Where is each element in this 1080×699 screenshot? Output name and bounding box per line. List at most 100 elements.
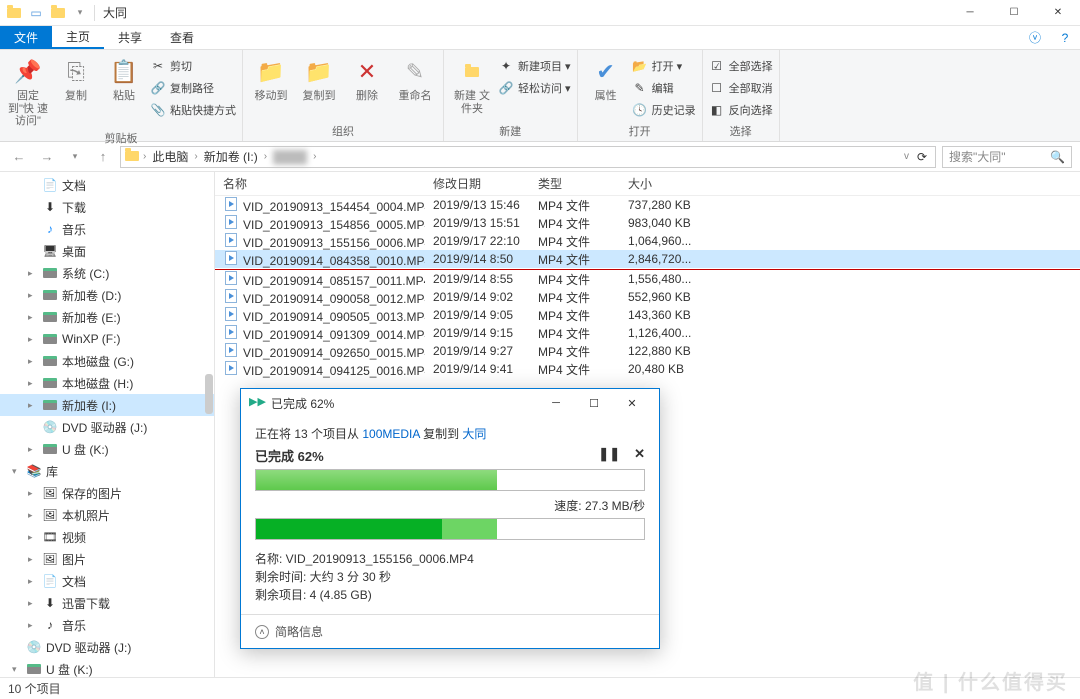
dest-link[interactable]: 大同: [462, 427, 486, 441]
navigation-tree[interactable]: 📄文档⬇下载♪音乐🖥桌面▸系统 (C:)▸新加卷 (D:)▸新加卷 (E:)▸W…: [0, 172, 215, 677]
tree-item[interactable]: ▾U 盘 (K:): [0, 658, 214, 677]
tree-item[interactable]: ▸WinXP (F:): [0, 328, 214, 350]
tree-item[interactable]: ▸🎞视频: [0, 526, 214, 548]
file-row[interactable]: VID_20190914_091309_0014.MP42019/9/14 9:…: [215, 324, 1080, 342]
tree-item[interactable]: ▸🖼保存的图片: [0, 482, 214, 504]
chevron-up-icon[interactable]: ˄: [255, 625, 269, 639]
file-row[interactable]: VID_20190914_090505_0013.MP42019/9/14 9:…: [215, 306, 1080, 324]
file-row[interactable]: VID_20190914_090058_0012.MP42019/9/14 9:…: [215, 288, 1080, 306]
dialog-minimize-button[interactable]: ─: [537, 389, 575, 417]
tab-file[interactable]: 文件: [0, 26, 52, 49]
selectall-button[interactable]: ☑全部选择: [709, 56, 773, 76]
tree-item[interactable]: ⬇下载: [0, 196, 214, 218]
moveto-button[interactable]: 📁移动到: [249, 52, 293, 103]
column-type[interactable]: 类型: [530, 175, 620, 192]
properties-button[interactable]: ✔属性: [584, 52, 628, 103]
brief-info-toggle[interactable]: 简略信息: [275, 623, 323, 640]
recent-dropdown[interactable]: ▾: [64, 146, 86, 168]
breadcrumb-pc[interactable]: 此电脑: [150, 148, 190, 165]
column-date[interactable]: 修改日期: [425, 175, 530, 192]
tree-item[interactable]: ▸📄文档: [0, 570, 214, 592]
qat-dropdown-icon[interactable]: ▾: [72, 5, 88, 21]
file-row[interactable]: VID_20190913_154454_0004.MP42019/9/13 15…: [215, 196, 1080, 214]
tree-item[interactable]: ▸新加卷 (E:): [0, 306, 214, 328]
source-link[interactable]: 100MEDIA: [362, 427, 419, 441]
ribbon-tabs: 文件 主页 共享 查看 ⓥ ?: [0, 26, 1080, 50]
help-icon[interactable]: ?: [1050, 26, 1080, 49]
tree-item[interactable]: ▸🖼本机照片: [0, 504, 214, 526]
copy-details: 名称: VID_20190913_155156_0006.MP4 剩余时间: 大…: [255, 550, 645, 604]
tree-item[interactable]: 🖥桌面: [0, 240, 214, 262]
select-group-label: 选择: [709, 121, 773, 141]
dialog-title: 已完成 62%: [271, 395, 334, 412]
dialog-close-button[interactable]: ✕: [613, 389, 651, 417]
minimize-button[interactable]: ─: [948, 0, 992, 26]
paste-button[interactable]: 📋粘贴: [102, 52, 146, 103]
tree-item[interactable]: 📄文档: [0, 174, 214, 196]
tree-item[interactable]: ♪音乐: [0, 218, 214, 240]
tree-item[interactable]: ▸⬇迅雷下载: [0, 592, 214, 614]
file-row[interactable]: VID_20190914_085157_0011.MP42019/9/14 8:…: [215, 270, 1080, 288]
easyaccess-button[interactable]: 🔗轻松访问 ▾: [498, 78, 571, 98]
tree-item[interactable]: ▸本地磁盘 (G:): [0, 350, 214, 372]
tree-icon: ♪: [42, 617, 58, 633]
rename-button[interactable]: ✎重命名: [393, 52, 437, 103]
pause-button[interactable]: ❚❚: [598, 446, 620, 462]
delete-button[interactable]: ✕删除: [345, 52, 389, 103]
file-row[interactable]: VID_20190914_092650_0015.MP42019/9/14 9:…: [215, 342, 1080, 360]
address-dropdown-icon[interactable]: v: [902, 151, 911, 162]
tree-item[interactable]: 💿DVD 驱动器 (J:): [0, 416, 214, 438]
close-button[interactable]: ✕: [1036, 0, 1080, 26]
copypath-button[interactable]: 🔗复制路径: [150, 78, 236, 98]
tree-icon: 🖼: [42, 485, 58, 501]
address-bar[interactable]: › 此电脑 › 新加卷 (I:) › ████ › v ⟳: [120, 146, 936, 168]
pasteshortcut-button[interactable]: 📎粘贴快捷方式: [150, 100, 236, 120]
tab-home[interactable]: 主页: [52, 26, 104, 49]
search-input[interactable]: 搜索"大同" 🔍: [942, 146, 1072, 168]
dialog-maximize-button[interactable]: ☐: [575, 389, 613, 417]
tab-view[interactable]: 查看: [156, 26, 208, 49]
newitem-button[interactable]: ✦新建项目 ▾: [498, 56, 571, 76]
tree-item[interactable]: ▸♪音乐: [0, 614, 214, 636]
newfolder-button[interactable]: 新建 文件夹: [450, 52, 494, 115]
cut-button[interactable]: ✂剪切: [150, 56, 236, 76]
tree-item[interactable]: ▸新加卷 (I:): [0, 394, 214, 416]
up-button[interactable]: ↑: [92, 146, 114, 168]
column-name[interactable]: 名称: [215, 175, 425, 192]
file-row[interactable]: VID_20190913_155156_0006.MP42019/9/17 22…: [215, 232, 1080, 250]
tree-item[interactable]: 💿DVD 驱动器 (J:): [0, 636, 214, 658]
selectnone-button[interactable]: ☐全部取消: [709, 78, 773, 98]
video-file-icon: [223, 360, 239, 376]
qat-newfolder-icon[interactable]: [50, 5, 66, 21]
maximize-button[interactable]: ☐: [992, 0, 1036, 26]
tree-item[interactable]: ▸系统 (C:): [0, 262, 214, 284]
tree-item[interactable]: ▾📚库: [0, 460, 214, 482]
forward-button[interactable]: →: [36, 146, 58, 168]
tree-icon: ⬇: [42, 199, 58, 215]
tree-item[interactable]: ▸U 盘 (K:): [0, 438, 214, 460]
history-button[interactable]: 🕓历史记录: [632, 100, 696, 120]
file-row[interactable]: VID_20190914_094125_0016.MP42019/9/14 9:…: [215, 360, 1080, 378]
tree-item[interactable]: ▸本地磁盘 (H:): [0, 372, 214, 394]
back-button[interactable]: ←: [8, 146, 30, 168]
open-button[interactable]: 📂打开 ▾: [632, 56, 696, 76]
tree-item[interactable]: ▸新加卷 (D:): [0, 284, 214, 306]
tree-icon: 📄: [42, 177, 58, 193]
edit-button[interactable]: ✎编辑: [632, 78, 696, 98]
tree-item[interactable]: ▸🖼图片: [0, 548, 214, 570]
breadcrumb-volume[interactable]: 新加卷 (I:): [202, 148, 260, 165]
video-file-icon: [223, 196, 239, 212]
tab-share[interactable]: 共享: [104, 26, 156, 49]
ribbon-collapse-icon[interactable]: ⓥ: [1020, 26, 1050, 49]
refresh-icon[interactable]: ⟳: [913, 150, 931, 164]
progress-bar: [255, 469, 645, 491]
file-row[interactable]: VID_20190913_154856_0005.MP42019/9/13 15…: [215, 214, 1080, 232]
copy-button[interactable]: ⎘复制: [54, 52, 98, 103]
pin-quickaccess-button[interactable]: 📌固定到"快 速访问": [6, 52, 50, 128]
column-size[interactable]: 大小: [620, 175, 720, 192]
qat-properties-icon[interactable]: ▭: [28, 5, 44, 21]
cancel-button[interactable]: ✕: [634, 446, 645, 462]
invert-button[interactable]: ◧反向选择: [709, 100, 773, 120]
file-row[interactable]: VID_20190914_084358_0010.MP42019/9/14 8:…: [215, 250, 1080, 268]
copyto-button[interactable]: 📁复制到: [297, 52, 341, 103]
